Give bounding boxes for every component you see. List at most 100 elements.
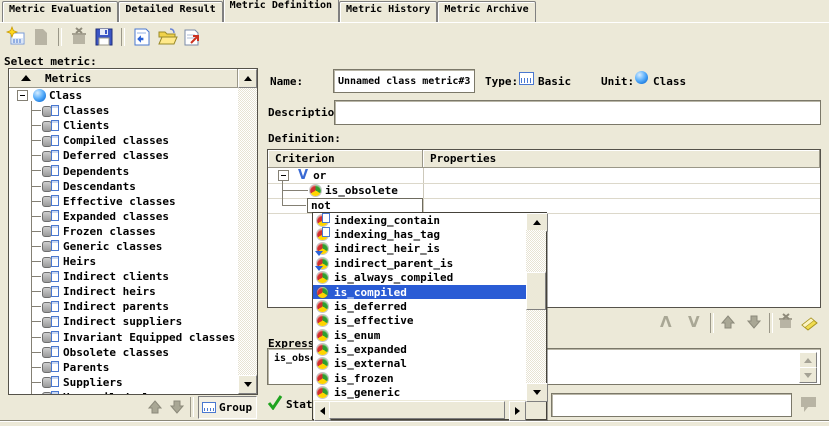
tree-item-frozen-classes[interactable]: Frozen classes bbox=[9, 224, 238, 239]
criterion-row-not[interactable]: not bbox=[307, 198, 331, 213]
move-metric-up-button[interactable] bbox=[147, 399, 163, 415]
metric-tool-window: Metric EvaluationDetailed ResultMetric D… bbox=[0, 0, 829, 426]
separator bbox=[710, 313, 714, 333]
delete-metric-button[interactable] bbox=[68, 26, 90, 48]
metric-icon bbox=[42, 150, 59, 162]
comment-bubble-icon bbox=[798, 394, 819, 414]
tree-item-expanded-classes[interactable]: Expanded classes bbox=[9, 209, 238, 224]
dropdown-item-label: indirect_heir_is bbox=[334, 242, 440, 255]
save-metric-button[interactable] bbox=[93, 26, 115, 48]
name-input[interactable] bbox=[333, 69, 475, 93]
tree-item-obsolete-classes[interactable]: Obsolete classes bbox=[9, 345, 238, 360]
open-folder-icon bbox=[156, 26, 178, 48]
group-toggle-button[interactable]: Group bbox=[198, 396, 257, 419]
dropdown-item-is_expanded[interactable]: is_expanded bbox=[313, 342, 526, 356]
toolbar-separator bbox=[58, 28, 62, 46]
delete-metric-icon bbox=[68, 26, 90, 48]
dropdown-item-is_enum[interactable]: is_enum bbox=[313, 328, 526, 342]
tab-metric-evaluation[interactable]: Metric Evaluation bbox=[2, 1, 118, 22]
tree-item-label: Descendants bbox=[63, 180, 136, 193]
tree-item-label: Indirect parents bbox=[63, 300, 169, 313]
dropdown-item-indirect_heir_is[interactable]: indirect_heir_is bbox=[313, 242, 526, 256]
new-metric-button[interactable] bbox=[5, 26, 27, 48]
move-metric-down-button[interactable] bbox=[169, 399, 185, 415]
tree-item-deferred-classes[interactable]: Deferred classes bbox=[9, 148, 238, 163]
dropdown-item-is_compiled[interactable]: is_compiled bbox=[313, 285, 526, 299]
dropdown-item-is_external[interactable]: is_external bbox=[313, 357, 526, 371]
dropdown-vertical-scrollbar[interactable] bbox=[526, 213, 546, 400]
expression-scroll-down-button[interactable] bbox=[799, 367, 817, 383]
or-operator-button[interactable]: V bbox=[688, 313, 700, 331]
dropdown-item-is_frozen[interactable]: is_frozen bbox=[313, 371, 526, 385]
tab-metric-archive[interactable]: Metric Archive bbox=[437, 1, 535, 22]
tree-item-parents[interactable]: Parents bbox=[9, 360, 238, 375]
scroll-thumb[interactable] bbox=[526, 272, 546, 310]
tab-metric-definition[interactable]: Metric Definition bbox=[223, 0, 339, 22]
scroll-track[interactable] bbox=[238, 88, 257, 375]
tree-item-classes[interactable]: Classes bbox=[9, 103, 238, 118]
dropdown-item-indexing_has_tag[interactable]: indexing_has_tag bbox=[313, 227, 526, 241]
tree-item-compiled-classes[interactable]: Compiled classes bbox=[9, 133, 238, 148]
comment-button[interactable] bbox=[798, 394, 819, 414]
tree-item-indirect-heirs[interactable]: Indirect heirs bbox=[9, 284, 238, 299]
open-metric-file-button[interactable] bbox=[156, 26, 178, 48]
collapse-icon[interactable] bbox=[17, 90, 28, 101]
delete-icon bbox=[777, 313, 795, 331]
tree-item-class[interactable]: Class bbox=[9, 88, 238, 103]
expression-scroll-up-button[interactable] bbox=[799, 352, 817, 368]
scroll-up-button[interactable] bbox=[238, 69, 257, 88]
tree-item-descendants[interactable]: Descendants bbox=[9, 179, 238, 194]
scroll-down-button[interactable] bbox=[238, 375, 257, 394]
tree-item-uncompiled-classes[interactable]: Uncompiled classes bbox=[9, 390, 238, 394]
dropdown-item-is_generic[interactable]: is_generic bbox=[313, 386, 526, 400]
type-value: Basic bbox=[538, 75, 571, 88]
dropdown-item-is_deferred[interactable]: is_deferred bbox=[313, 299, 526, 313]
metric-icon bbox=[42, 210, 59, 222]
metric-icon bbox=[42, 165, 59, 177]
dropdown-item-is_always_compiled[interactable]: is_always_compiled bbox=[313, 271, 526, 285]
tree-item-generic-classes[interactable]: Generic classes bbox=[9, 239, 238, 254]
dropdown-horizontal-scrollbar[interactable] bbox=[313, 401, 526, 419]
tree-item-label: Class bbox=[49, 89, 82, 102]
duplicate-metric-button[interactable] bbox=[30, 26, 52, 48]
tree-item-indirect-parents[interactable]: Indirect parents bbox=[9, 299, 238, 314]
column-header-criterion[interactable]: Criterion bbox=[268, 150, 423, 168]
clear-definition-button[interactable] bbox=[799, 313, 815, 329]
tree-item-invariant-equipped-classes[interactable]: Invariant Equipped classes bbox=[9, 330, 238, 345]
tree-item-suppliers[interactable]: Suppliers bbox=[9, 375, 238, 390]
scroll-down-button[interactable] bbox=[526, 383, 548, 402]
duplicate-metric-icon bbox=[30, 26, 52, 48]
and-operator-button[interactable]: Λ bbox=[660, 313, 672, 331]
tree-item-indirect-clients[interactable]: Indirect clients bbox=[9, 269, 238, 284]
tree-item-clients[interactable]: Clients bbox=[9, 118, 238, 133]
move-criterion-down-button[interactable] bbox=[746, 314, 762, 330]
status-input[interactable] bbox=[551, 393, 792, 417]
tree-scrollbar[interactable] bbox=[238, 69, 257, 394]
status-ok-check bbox=[267, 394, 283, 410]
tree-item-dependents[interactable]: Dependents bbox=[9, 163, 238, 178]
criterion-row-or[interactable]: V or bbox=[268, 168, 423, 183]
tree-item-heirs[interactable]: Heirs bbox=[9, 254, 238, 269]
column-header-properties[interactable]: Properties bbox=[423, 150, 820, 168]
tab-metric-history[interactable]: Metric History bbox=[339, 1, 437, 22]
tree-item-indirect-suppliers[interactable]: Indirect suppliers bbox=[9, 314, 238, 329]
import-metric-button[interactable] bbox=[131, 26, 153, 48]
dropdown-item-label: indexing_has_tag bbox=[334, 228, 440, 241]
tree-item-effective-classes[interactable]: Effective classes bbox=[9, 194, 238, 209]
collapse-icon[interactable] bbox=[278, 170, 289, 181]
description-input[interactable] bbox=[334, 100, 821, 125]
pie-icon bbox=[317, 358, 328, 369]
move-criterion-up-button[interactable] bbox=[720, 314, 736, 330]
delete-criterion-button[interactable] bbox=[777, 313, 793, 329]
dropdown-item-label: is_enum bbox=[334, 329, 380, 342]
dropdown-item-is_effective[interactable]: is_effective bbox=[313, 314, 526, 328]
tab-detailed-result[interactable]: Detailed Result bbox=[118, 1, 222, 22]
criterion-row-is-obsolete[interactable]: is_obsolete bbox=[268, 183, 423, 198]
tree-column-header[interactable]: Metrics bbox=[9, 69, 238, 88]
scroll-thumb[interactable] bbox=[329, 401, 505, 419]
dropdown-item-indirect_parent_is[interactable]: indirect_parent_is bbox=[313, 256, 526, 270]
export-metric-button[interactable] bbox=[181, 26, 203, 48]
dropdown-item-indexing_contain[interactable]: indexing_contain bbox=[313, 213, 526, 227]
metric-icon bbox=[42, 240, 59, 252]
scroll-right-button[interactable] bbox=[509, 401, 526, 421]
